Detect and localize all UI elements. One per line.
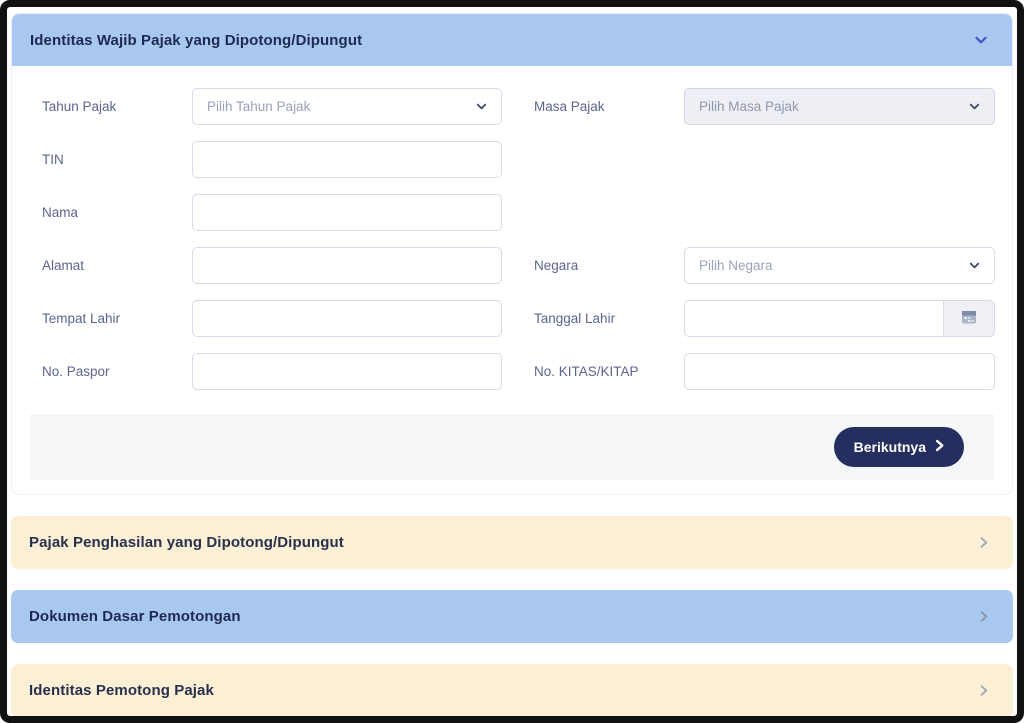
tanggal-lahir-input[interactable] bbox=[685, 301, 943, 336]
next-button-label: Berikutnya bbox=[854, 439, 926, 455]
tempat-lahir-label: Tempat Lahir bbox=[42, 311, 192, 326]
form-footer: Berikutnya bbox=[30, 414, 994, 480]
tin-input[interactable] bbox=[192, 141, 502, 178]
alamat-label: Alamat bbox=[42, 258, 192, 273]
no-kitas-kitap-label: No. KITAS/KITAP bbox=[502, 364, 684, 379]
tempat-lahir-input[interactable] bbox=[192, 300, 502, 337]
chevron-right-icon bbox=[976, 609, 991, 624]
accordion-header-identitas-wajib-pajak[interactable]: Identitas Wajib Pajak yang Dipotong/Dipu… bbox=[12, 14, 1012, 66]
section-title: Identitas Wajib Pajak yang Dipotong/Dipu… bbox=[30, 32, 362, 49]
tanggal-lahir-field bbox=[684, 300, 995, 337]
chevron-right-icon bbox=[933, 439, 946, 455]
tanggal-lahir-label: Tanggal Lahir bbox=[502, 311, 684, 326]
tahun-pajak-label: Tahun Pajak bbox=[42, 99, 192, 114]
chevron-right-icon bbox=[976, 683, 991, 698]
calendar-button[interactable] bbox=[943, 301, 994, 336]
negara-select[interactable]: Pilih Negara bbox=[684, 247, 995, 284]
negara-label: Negara bbox=[502, 258, 684, 273]
form-grid: Tahun Pajak Pilih Tahun Pajak Masa Pajak… bbox=[42, 88, 992, 390]
tahun-pajak-select[interactable]: Pilih Tahun Pajak bbox=[192, 88, 502, 125]
masa-pajak-select[interactable]: Pilih Masa Pajak bbox=[684, 88, 995, 125]
accordion-header-pajak-penghasilan[interactable]: Pajak Penghasilan yang Dipotong/Dipungut bbox=[11, 516, 1013, 569]
masa-pajak-label: Masa Pajak bbox=[502, 99, 684, 114]
section-title: Dokumen Dasar Pemotongan bbox=[29, 608, 241, 625]
nama-input[interactable] bbox=[192, 194, 502, 231]
chevron-down-icon bbox=[474, 99, 489, 114]
nama-label: Nama bbox=[42, 205, 192, 220]
accordion-header-dokumen-dasar[interactable]: Dokumen Dasar Pemotongan bbox=[11, 590, 1013, 643]
no-kitas-kitap-input[interactable] bbox=[684, 353, 995, 390]
negara-placeholder: Pilih Negara bbox=[699, 258, 773, 273]
tahun-pajak-placeholder: Pilih Tahun Pajak bbox=[207, 99, 310, 114]
section-identitas-wajib-pajak: Identitas Wajib Pajak yang Dipotong/Dipu… bbox=[11, 13, 1013, 495]
tin-label: TIN bbox=[42, 152, 192, 167]
chevron-down-icon bbox=[967, 258, 982, 273]
form-body: Tahun Pajak Pilih Tahun Pajak Masa Pajak… bbox=[12, 66, 1012, 390]
chevron-right-icon bbox=[976, 535, 991, 550]
no-paspor-input[interactable] bbox=[192, 353, 502, 390]
chevron-down-icon bbox=[967, 99, 982, 114]
next-button[interactable]: Berikutnya bbox=[834, 427, 964, 467]
no-paspor-label: No. Paspor bbox=[42, 364, 192, 379]
app-frame: Identitas Wajib Pajak yang Dipotong/Dipu… bbox=[0, 0, 1024, 723]
masa-pajak-placeholder: Pilih Masa Pajak bbox=[699, 99, 799, 114]
accordion-header-identitas-pemotong[interactable]: Identitas Pemotong Pajak bbox=[11, 664, 1013, 717]
page: Identitas Wajib Pajak yang Dipotong/Dipu… bbox=[7, 7, 1017, 716]
chevron-down-icon bbox=[972, 31, 990, 49]
section-title: Identitas Pemotong Pajak bbox=[29, 682, 214, 699]
calendar-icon bbox=[961, 309, 977, 328]
alamat-input[interactable] bbox=[192, 247, 502, 284]
section-title: Pajak Penghasilan yang Dipotong/Dipungut bbox=[29, 534, 344, 551]
